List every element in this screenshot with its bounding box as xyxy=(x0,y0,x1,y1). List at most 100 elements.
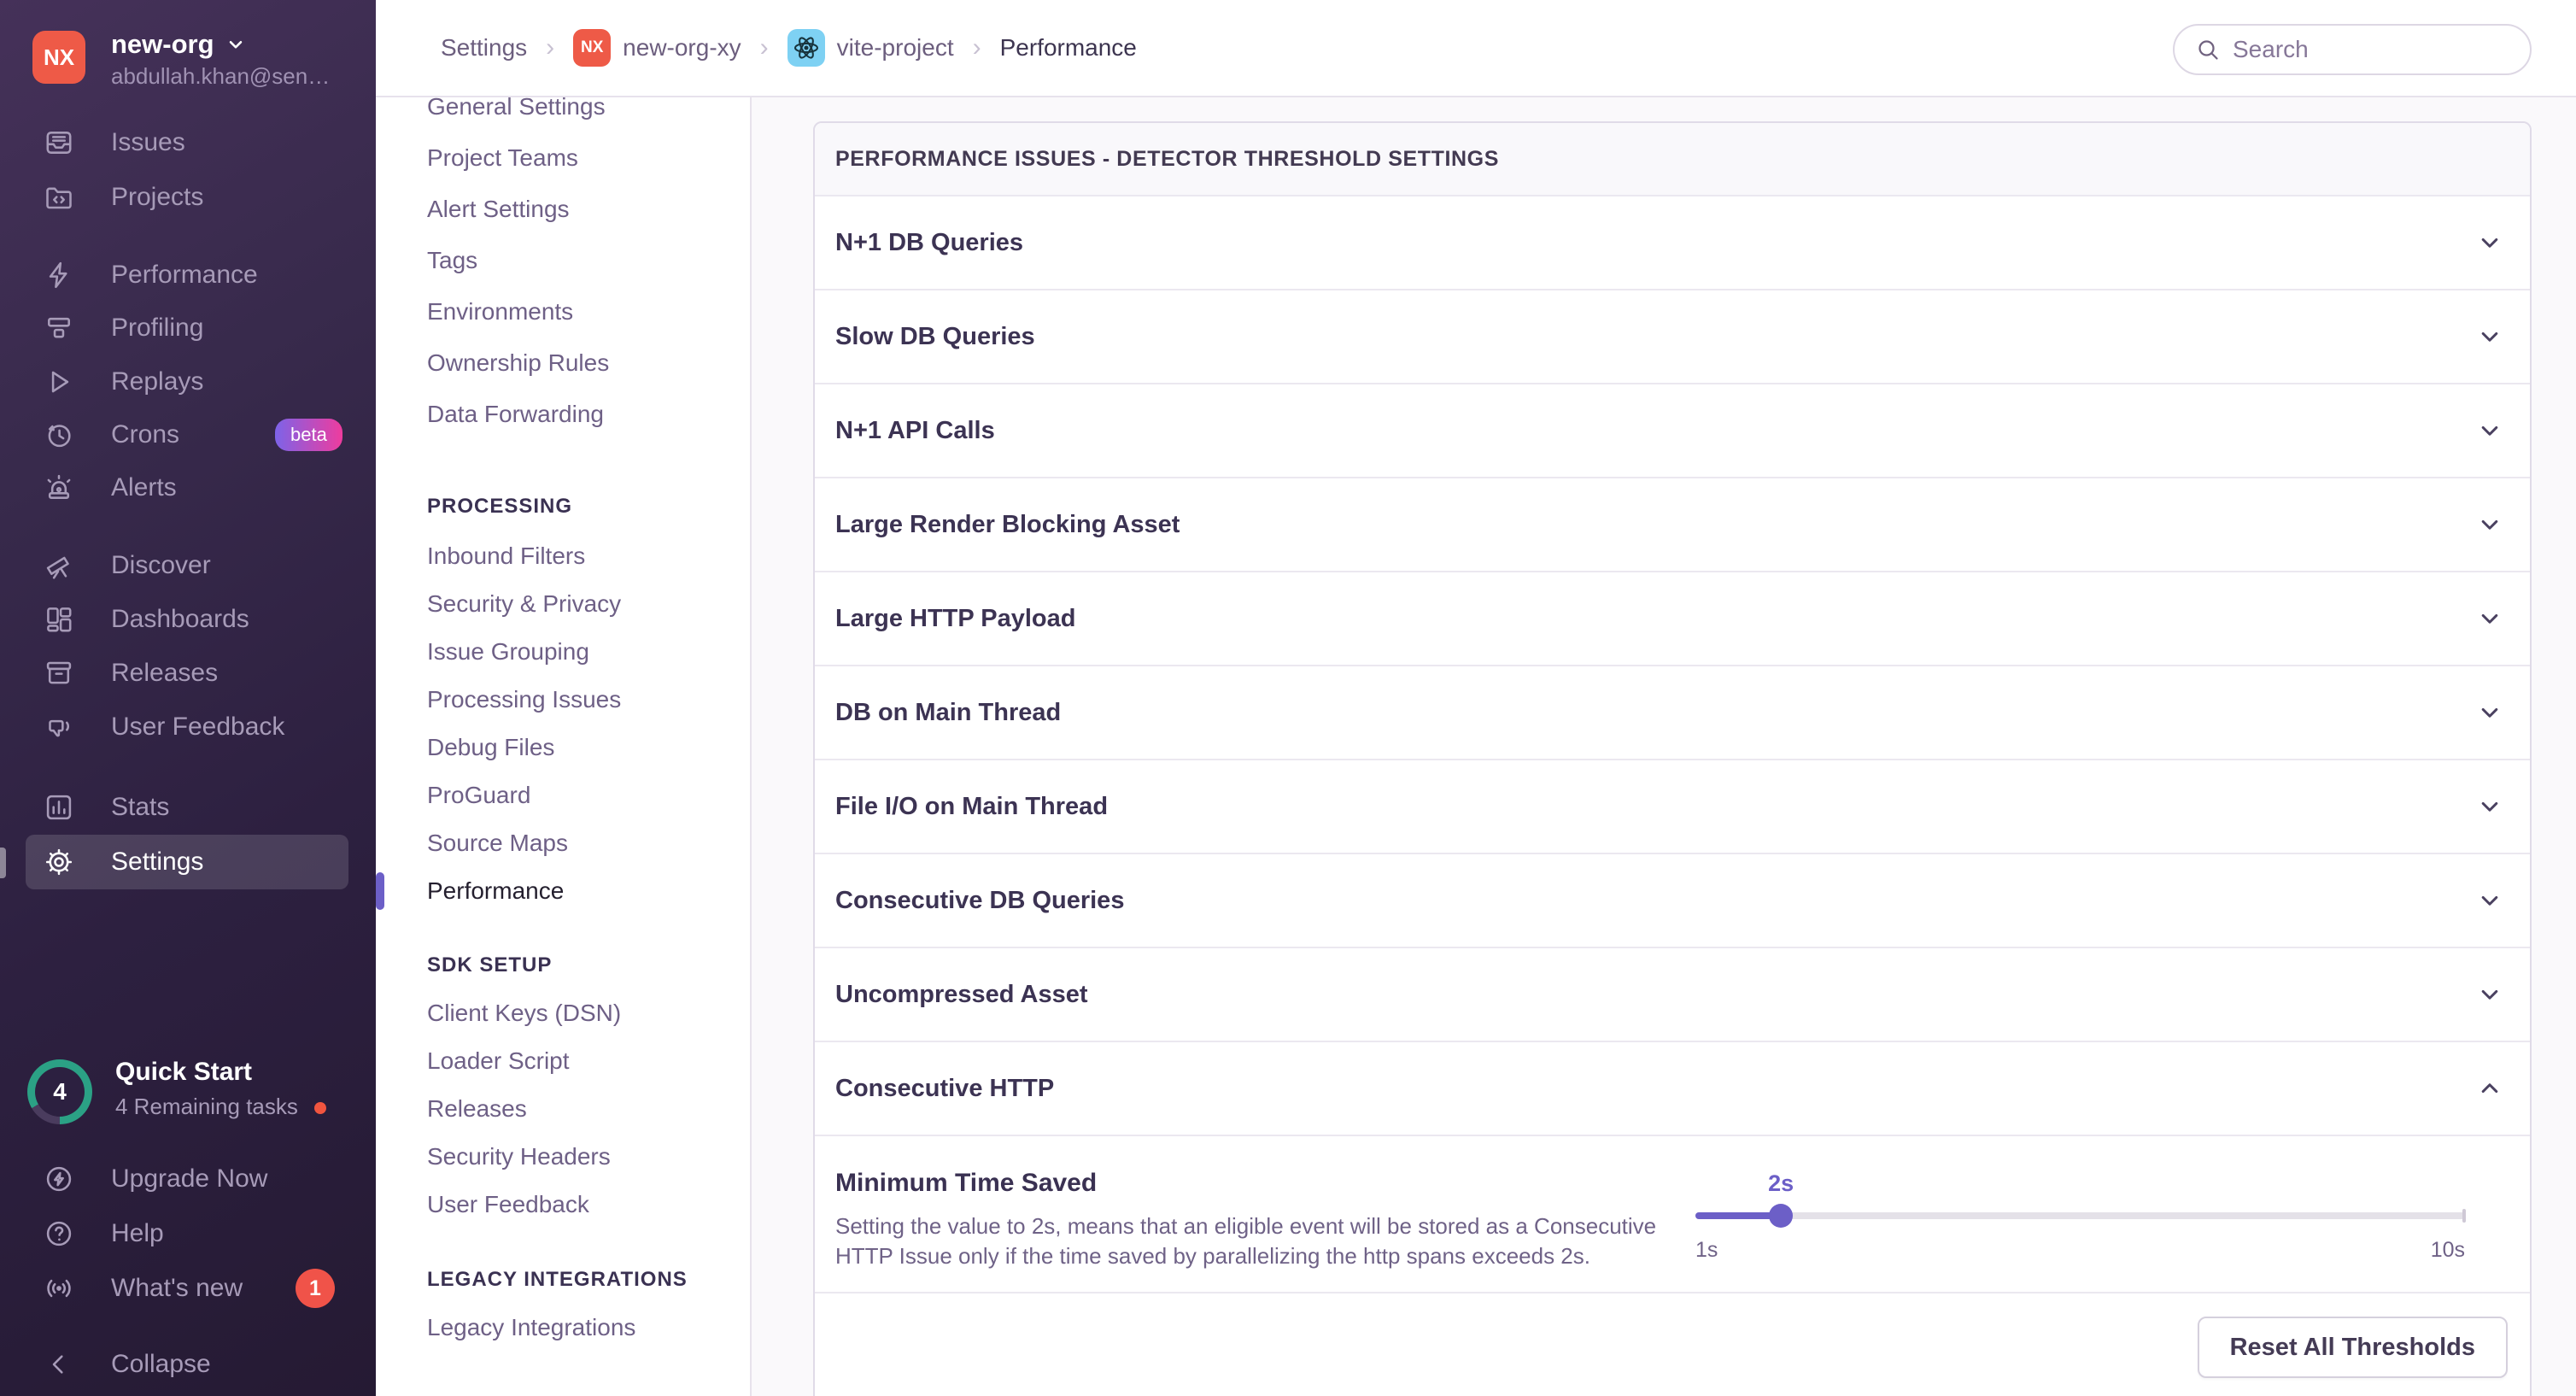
consecutive-http-expanded-section: Minimum Time Saved Setting the value to … xyxy=(815,1136,2530,1293)
sidebar-item-crons[interactable]: Cronsbeta xyxy=(26,408,348,462)
sidebar-item-profiling[interactable]: Profiling xyxy=(26,301,348,355)
detector-label: Large Render Blocking Asset xyxy=(835,511,1180,539)
chevron-down-icon xyxy=(2475,322,2504,351)
detector-row-large-render-blocking-asset[interactable]: Large Render Blocking Asset xyxy=(815,478,2530,572)
sidebar-item-label: What's new xyxy=(111,1274,243,1303)
sidebar-item-label: Discover xyxy=(111,551,211,580)
subnav-item-client-keys-dsn[interactable]: Client Keys (DSN) xyxy=(427,989,621,1037)
sidebar-item-help[interactable]: Help xyxy=(26,1206,348,1261)
sidebar-item-label: Profiling xyxy=(111,314,203,343)
sidebar-item-projects[interactable]: Projects xyxy=(26,170,348,225)
detector-label: Consecutive HTTP xyxy=(835,1075,1054,1103)
slider-min-label: 1s xyxy=(1695,1238,1718,1263)
slider-handle[interactable] xyxy=(1769,1204,1793,1228)
sidebar-item-issues[interactable]: Issues xyxy=(26,115,348,170)
detector-row-consecutive-http[interactable]: Consecutive HTTP xyxy=(815,1042,2530,1136)
search-input[interactable] xyxy=(2231,35,2508,64)
sidebar-item-label: Help xyxy=(111,1219,164,1248)
subnav-item-project-teams[interactable]: Project Teams xyxy=(427,134,578,182)
sidebar-item-label: Settings xyxy=(111,848,203,877)
sidebar-item-performance[interactable]: Performance xyxy=(26,248,348,302)
sidebar-item-releases[interactable]: Releases xyxy=(26,646,348,701)
collapse-button[interactable]: Collapse xyxy=(26,1337,348,1392)
stats-icon xyxy=(41,789,77,825)
projects-icon xyxy=(41,179,77,215)
subnav-item-legacy-integrations[interactable]: Legacy Integrations xyxy=(427,1304,635,1352)
subnav-item-alert-settings[interactable]: Alert Settings xyxy=(427,185,570,233)
discover-icon xyxy=(41,548,77,584)
breadcrumb-vite-project[interactable]: vite-project xyxy=(787,29,954,67)
search-box[interactable] xyxy=(2173,24,2532,75)
subnav-item-proguard[interactable]: ProGuard xyxy=(427,771,530,819)
app-root: General SettingsProject TeamsAlert Setti… xyxy=(0,0,2576,1396)
quick-start-alert-dot xyxy=(314,1102,326,1114)
detector-label: Uncompressed Asset xyxy=(835,981,1087,1009)
crons-icon xyxy=(41,417,77,453)
quick-start-subtitle: 4 Remaining tasks xyxy=(115,1094,298,1120)
subnav-item-debug-files[interactable]: Debug Files xyxy=(427,724,554,771)
subnav-item-security-privacy[interactable]: Security & Privacy xyxy=(427,580,621,628)
sidebar-item-label: Replays xyxy=(111,367,203,396)
detector-settings-panel: PERFORMANCE ISSUES - DETECTOR THRESHOLD … xyxy=(813,121,2532,1396)
subnav-item-tags[interactable]: Tags xyxy=(427,237,477,284)
subnav-item-security-headers[interactable]: Security Headers xyxy=(427,1133,611,1181)
detector-label: N+1 API Calls xyxy=(835,417,995,445)
sidebar-item-dashboards[interactable]: Dashboards xyxy=(26,592,348,647)
threshold-title: Minimum Time Saved xyxy=(835,1169,1097,1198)
slider-fill xyxy=(1695,1212,1781,1219)
quick-start-title: Quick Start xyxy=(115,1058,252,1087)
quick-start-panel[interactable]: 4 Quick Start 4 Remaining tasks xyxy=(0,1053,376,1138)
profiling-icon xyxy=(41,310,77,346)
detector-row-large-http-payload[interactable]: Large HTTP Payload xyxy=(815,572,2530,666)
breadcrumb-separator: › xyxy=(973,33,981,62)
chevron-down-icon xyxy=(225,33,247,56)
breadcrumb-performance[interactable]: Performance xyxy=(1000,34,1137,62)
detector-row-n-1-api-calls[interactable]: N+1 API Calls xyxy=(815,384,2530,478)
sidebar-item-label: Stats xyxy=(111,793,169,822)
slider-end-tick xyxy=(2462,1209,2466,1223)
detector-row-slow-db-queries[interactable]: Slow DB Queries xyxy=(815,290,2530,384)
sidebar-item-settings[interactable]: Settings xyxy=(26,835,348,889)
chevron-down-icon xyxy=(2475,980,2504,1009)
sidebar-item-replays[interactable]: Replays xyxy=(26,355,348,409)
sidebar-item-discover[interactable]: Discover xyxy=(26,538,348,593)
subnav-section-title-legacy-integrations: LEGACY INTEGRATIONS xyxy=(427,1256,688,1304)
breadcrumb-new-org-xy[interactable]: NXnew-org-xy xyxy=(573,29,741,67)
sidebar-item-upgrade-now[interactable]: Upgrade Now xyxy=(26,1152,348,1206)
sidebar-item-label: Crons xyxy=(111,420,179,449)
slider-track[interactable] xyxy=(1695,1212,2465,1219)
detector-row-consecutive-db-queries[interactable]: Consecutive DB Queries xyxy=(815,854,2530,948)
header-bar: Settings›NXnew-org-xy›vite-project›Perfo… xyxy=(376,0,2576,97)
subnav-item-ownership-rules[interactable]: Ownership Rules xyxy=(427,339,609,387)
subnav-item-environments[interactable]: Environments xyxy=(427,288,573,336)
detector-row-file-i-o-on-main-thread[interactable]: File I/O on Main Thread xyxy=(815,760,2530,854)
detector-row-uncompressed-asset[interactable]: Uncompressed Asset xyxy=(815,948,2530,1042)
subnav-item-issue-grouping[interactable]: Issue Grouping xyxy=(427,628,589,676)
subnav-item-performance[interactable]: Performance xyxy=(427,867,564,915)
active-item-indicator xyxy=(376,872,384,910)
sidebar-item-what-s-new[interactable]: What's new1 xyxy=(26,1261,348,1316)
reset-all-thresholds-button[interactable]: Reset All Thresholds xyxy=(2198,1317,2508,1378)
upgrade-icon xyxy=(41,1161,77,1197)
breadcrumb-settings[interactable]: Settings xyxy=(441,34,527,62)
sidebar-item-label: Upgrade Now xyxy=(111,1164,267,1194)
subnav-item-loader-script[interactable]: Loader Script xyxy=(427,1037,570,1085)
sidebar-item-label: Performance xyxy=(111,261,258,290)
subnav-item-inbound-filters[interactable]: Inbound Filters xyxy=(427,532,585,580)
subnav-item-user-feedback[interactable]: User Feedback xyxy=(427,1181,589,1229)
sidebar-item-user-feedback[interactable]: User Feedback xyxy=(26,700,348,754)
detector-row-n-1-db-queries[interactable]: N+1 DB Queries xyxy=(815,196,2530,290)
react-project-icon xyxy=(787,29,825,67)
breadcrumb-label: Settings xyxy=(441,34,527,62)
subnav-item-processing-issues[interactable]: Processing Issues xyxy=(427,676,621,724)
releases-icon xyxy=(41,655,77,691)
sidebar-item-alerts[interactable]: Alerts xyxy=(26,460,348,515)
chevron-down-icon xyxy=(2475,792,2504,821)
detector-label: DB on Main Thread xyxy=(835,699,1061,727)
sidebar-item-stats[interactable]: Stats xyxy=(26,780,348,835)
sidebar-item-label: Alerts xyxy=(111,473,177,502)
subnav-item-releases[interactable]: Releases xyxy=(427,1085,527,1133)
subnav-item-data-forwarding[interactable]: Data Forwarding xyxy=(427,390,604,438)
subnav-item-source-maps[interactable]: Source Maps xyxy=(427,819,568,867)
detector-row-db-on-main-thread[interactable]: DB on Main Thread xyxy=(815,666,2530,760)
